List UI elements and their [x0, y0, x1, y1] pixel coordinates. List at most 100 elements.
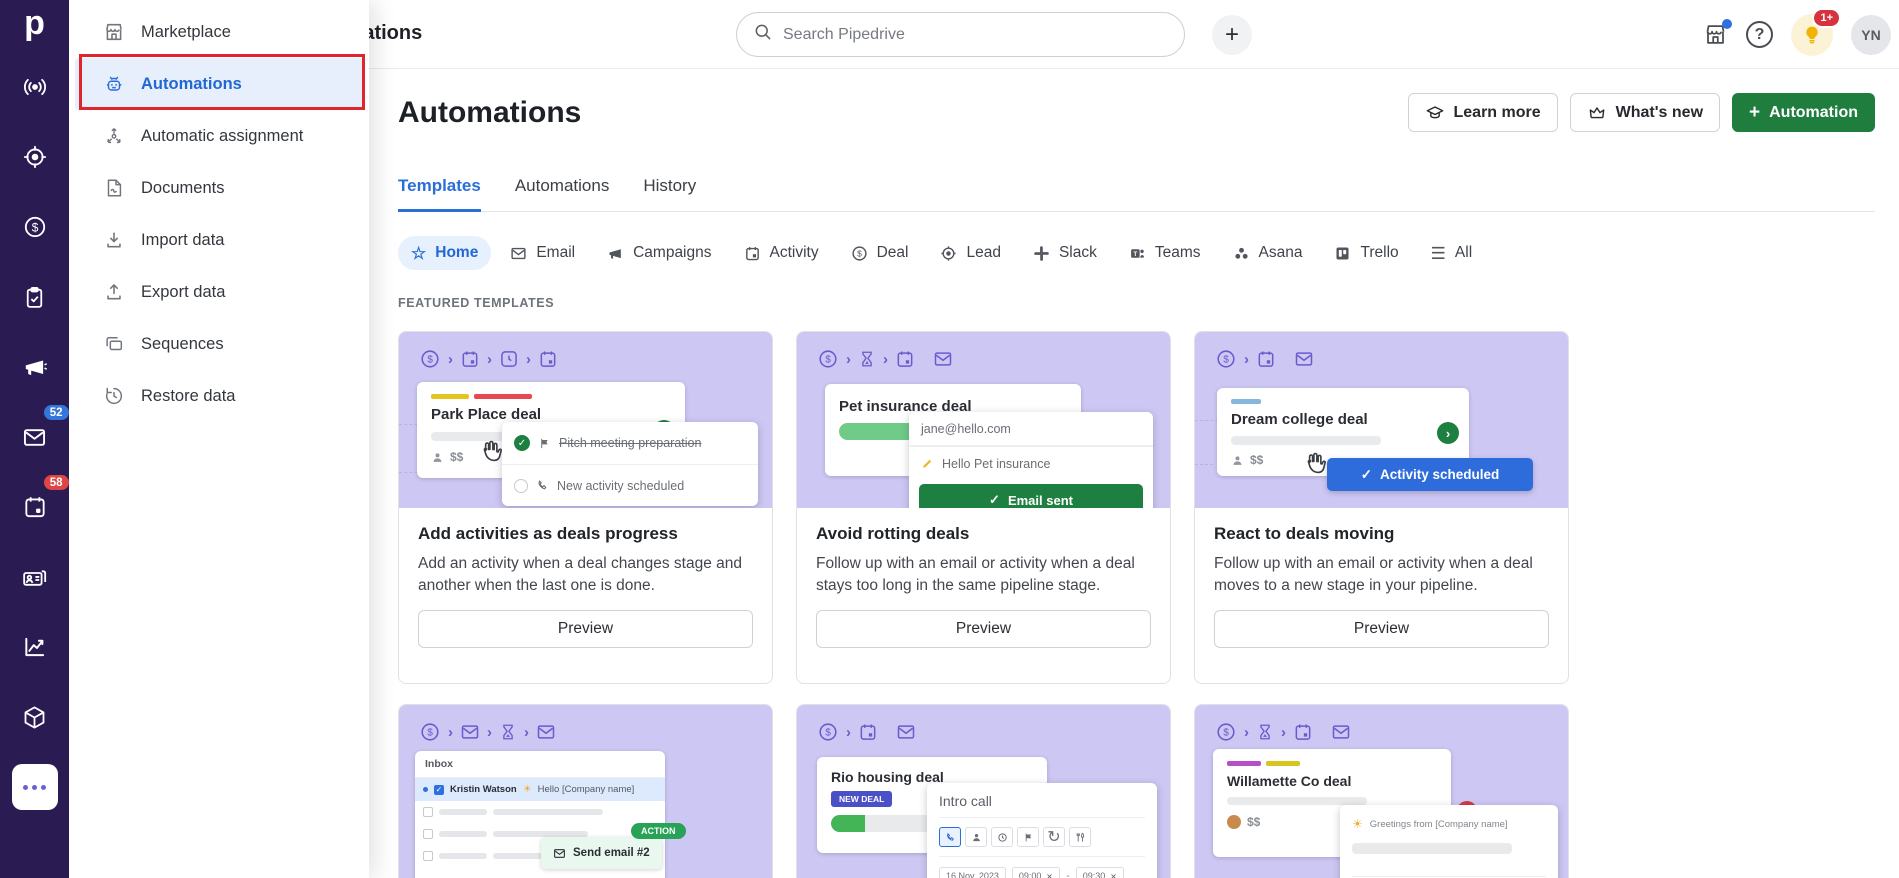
- page-title: Automations: [398, 95, 582, 129]
- stage-badge: NEW DEAL: [831, 791, 893, 807]
- filter-teams[interactable]: T Teams: [1116, 236, 1214, 270]
- filter-deal[interactable]: $ Deal: [838, 236, 922, 270]
- clear-icon: [1047, 873, 1053, 878]
- activity-scheduled-status: ✓ Activity scheduled: [1327, 458, 1533, 491]
- flyout-item-export-data[interactable]: Export data: [75, 266, 363, 318]
- template-card: $ › Rio housing deal NEW DEAL Intro call…: [796, 704, 1171, 878]
- filter-activity[interactable]: Activity: [731, 236, 832, 270]
- filter-campaigns[interactable]: Campaigns: [594, 236, 724, 270]
- target-icon: [22, 144, 48, 170]
- flyout-item-automations[interactable]: Automations: [75, 58, 363, 110]
- user-avatar[interactable]: YN: [1851, 14, 1891, 55]
- search-input[interactable]: [783, 25, 1168, 44]
- envelope-icon: [554, 848, 565, 858]
- todo-circle-icon: [514, 478, 528, 493]
- suggestions-button[interactable]: 1+: [1791, 7, 1841, 56]
- learn-more-button[interactable]: Learn more: [1407, 93, 1558, 132]
- filter-asana[interactable]: Asana: [1220, 236, 1316, 270]
- deal-icon: $: [819, 723, 837, 741]
- global-search[interactable]: [736, 12, 1185, 57]
- filter-trello[interactable]: Trello: [1321, 236, 1411, 270]
- template-thumbnail[interactable]: $ › › Pet insurance deal jane@hello.com …: [797, 332, 1170, 508]
- tab-history[interactable]: History: [643, 176, 696, 211]
- template-card: $ › › Pet insurance deal jane@hello.com …: [796, 331, 1171, 684]
- clipboard-check-icon: [22, 285, 47, 310]
- sidebar-item-projects[interactable]: [12, 274, 58, 320]
- calendar-icon: [540, 351, 556, 367]
- flyout-item-label: Export data: [141, 282, 226, 301]
- filter-all[interactable]: ☰ All: [1418, 236, 1485, 270]
- topbar-marketplace-button[interactable]: [1703, 19, 1732, 47]
- new-automation-button[interactable]: + Automation: [1732, 93, 1875, 132]
- filter-lead[interactable]: Lead: [927, 236, 1013, 270]
- cursor-hand-icon: [1299, 448, 1329, 483]
- filter-email[interactable]: Email: [497, 236, 588, 270]
- robot-icon: [103, 73, 125, 95]
- flyout-item-marketplace[interactable]: Marketplace: [75, 6, 363, 58]
- phone-icon: [538, 480, 547, 490]
- automation-step-icons: $ ›: [817, 721, 916, 743]
- flyout-item-import-data[interactable]: Import data: [75, 214, 363, 266]
- template-thumbnail[interactable]: $ › › › Park Place deal $$ ✓ Pitch meeti…: [399, 332, 772, 508]
- done-check-icon: ✓: [514, 435, 530, 451]
- template-description: Add an activity when a deal changes stag…: [418, 555, 743, 594]
- app-root: p $ 52 58 Marketplace Automations Automa…: [0, 0, 1899, 878]
- storefront-icon: [103, 21, 125, 43]
- template-thumbnail[interactable]: $ › › Willamette Co deal $$ ☀ Greetings …: [1195, 705, 1568, 878]
- flyout-item-restore-data[interactable]: Restore data: [75, 370, 363, 422]
- sidebar-more-button[interactable]: [11, 764, 58, 810]
- flyout-item-label: Import data: [141, 230, 225, 249]
- asana-icon: [1233, 245, 1250, 262]
- tab-templates[interactable]: Templates: [398, 176, 481, 212]
- svg-text:$: $: [825, 355, 831, 366]
- calendar-icon: [22, 494, 48, 520]
- automation-step-icons: $ › › ›: [419, 721, 556, 743]
- check-icon: ✓: [989, 492, 1000, 507]
- preview-button[interactable]: Preview: [418, 610, 753, 648]
- filter-slack[interactable]: Slack: [1020, 236, 1110, 270]
- check-icon: ✓: [1360, 466, 1372, 482]
- restore-clock-icon: [103, 385, 125, 407]
- template-description: Follow up with an email or activity when…: [1214, 555, 1533, 594]
- svg-text:$: $: [427, 728, 433, 739]
- sidebar-item-campaigns[interactable]: [12, 344, 58, 390]
- quick-add-button[interactable]: +: [1212, 15, 1252, 55]
- activity-popup: Intro call ↻ 16 Nov, 2023 09:00 - 09:30: [927, 783, 1157, 878]
- email-composer-popup: ☀ Greetings from [Company name] ↺ ↻ Sans…: [1340, 805, 1558, 878]
- chart-icon: [22, 634, 48, 660]
- svg-text:$: $: [857, 248, 862, 258]
- unread-dot: [423, 787, 428, 792]
- sidebar-item-prospecting[interactable]: [12, 64, 58, 110]
- flyout-item-documents[interactable]: Documents: [75, 162, 363, 214]
- template-thumbnail[interactable]: $ › Rio housing deal NEW DEAL Intro call…: [797, 705, 1170, 878]
- tab-bar: Templates Automations History: [398, 176, 1875, 212]
- flyout-item-label: Automations: [141, 74, 242, 93]
- template-thumbnail[interactable]: $ › › › Inbox ✓ Kristin Watson ☀ Hello […: [399, 705, 772, 878]
- clock-icon: [501, 351, 517, 367]
- calendar-icon: [860, 724, 876, 740]
- flyout-item-automatic-assignment[interactable]: Automatic assignment: [75, 110, 363, 162]
- calendar-icon: [1258, 351, 1274, 367]
- svg-text:$: $: [1223, 355, 1229, 366]
- avatar-dot: [1227, 815, 1241, 829]
- sidebar-item-products[interactable]: [12, 694, 58, 740]
- sidebar-item-activities[interactable]: 58: [12, 475, 69, 530]
- megaphone-icon: [607, 245, 624, 262]
- sidebar-item-insights[interactable]: [12, 624, 58, 670]
- template-description: Follow up with an email or activity when…: [816, 555, 1135, 594]
- meeting-activity-icon: [965, 827, 987, 847]
- automation-step-icons: $ › ›: [1215, 721, 1351, 743]
- preview-button[interactable]: Preview: [1214, 610, 1549, 648]
- help-button[interactable]: ?: [1746, 21, 1773, 48]
- tab-automations[interactable]: Automations: [515, 176, 610, 211]
- sidebar-item-mail[interactable]: 52: [12, 405, 69, 460]
- sidebar-item-deals[interactable]: $: [12, 204, 58, 250]
- sidebar-item-leads[interactable]: [12, 134, 58, 180]
- whats-new-button[interactable]: What's new: [1569, 93, 1721, 132]
- preview-button[interactable]: Preview: [816, 610, 1151, 648]
- flyout-item-sequences[interactable]: Sequences: [75, 318, 363, 370]
- sidebar-item-contacts[interactable]: [12, 554, 58, 600]
- template-thumbnail[interactable]: $ › Dream college deal $$ › ✓ Activity s…: [1195, 332, 1568, 508]
- filter-home[interactable]: ☆ Home: [398, 236, 492, 270]
- deal-icon: $: [1217, 723, 1235, 741]
